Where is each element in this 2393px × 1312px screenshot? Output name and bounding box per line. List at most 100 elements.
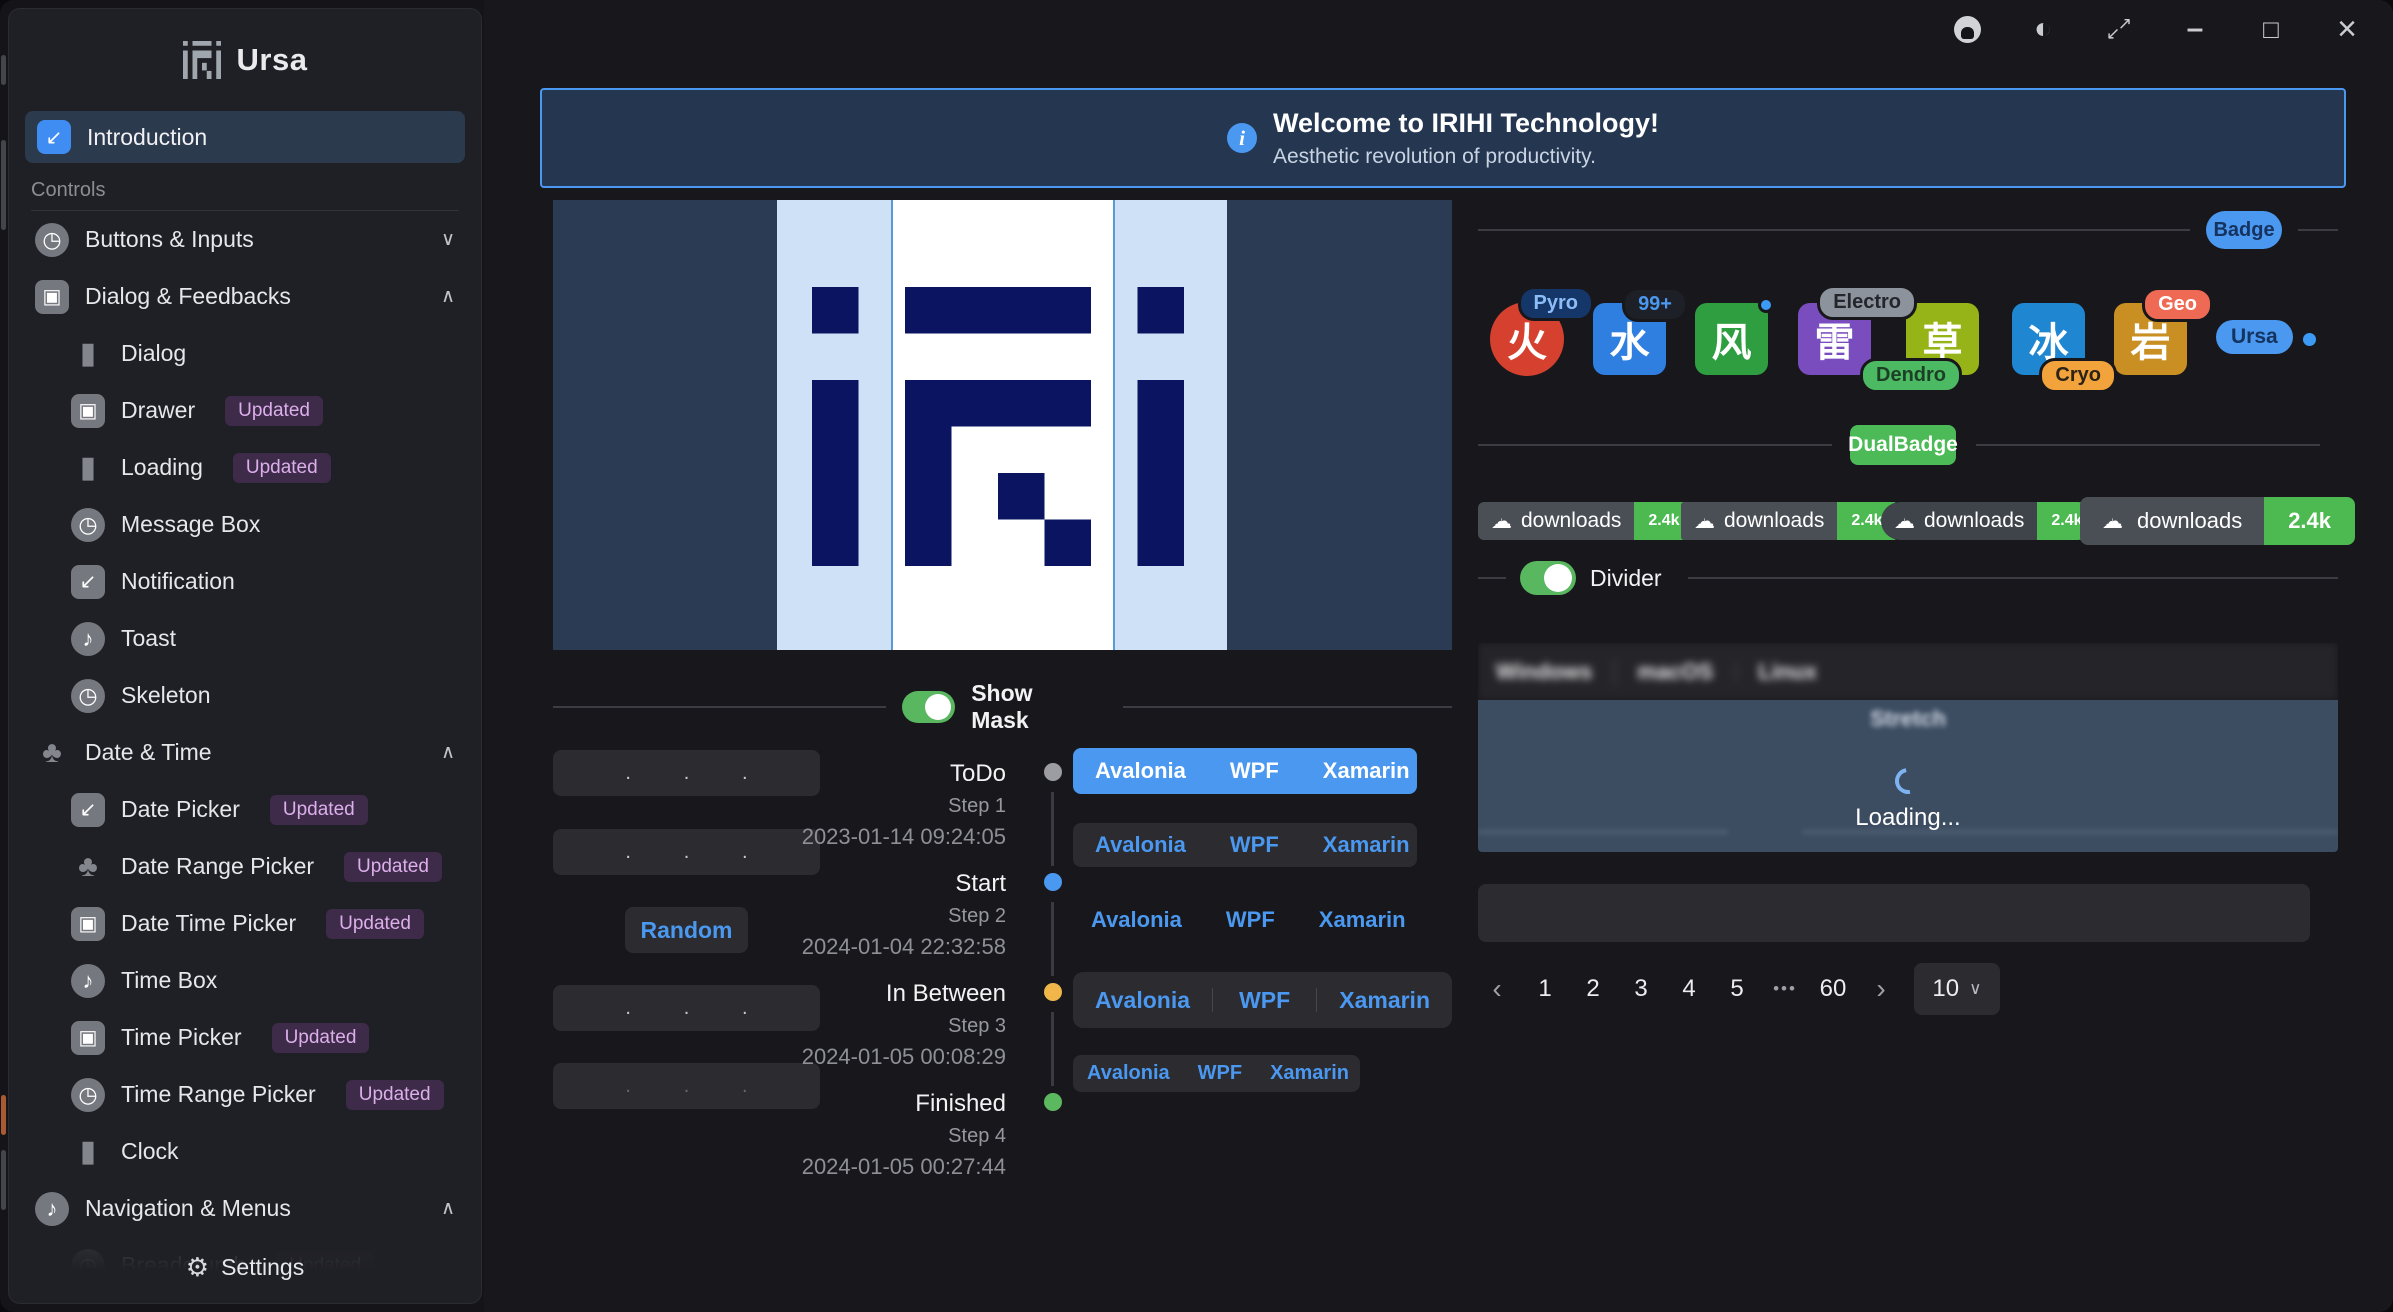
cloud-download-icon: ↓ [1694,511,1715,532]
show-mask-toggle[interactable] [902,691,955,723]
page-3-button[interactable]: 3 [1626,975,1656,1003]
wpf-button[interactable]: WPF [1184,1062,1256,1085]
tab-windows: Windows [1496,659,1592,685]
wpf-button[interactable]: WPF [1213,987,1316,1014]
xamarin-button[interactable]: Xamarin [1297,907,1428,933]
xamarin-button[interactable]: Xamarin [1317,987,1452,1014]
battery-icon [71,1135,105,1169]
page-2-button[interactable]: 2 [1578,975,1608,1003]
ellipsis: ••• [1770,979,1800,999]
avalonia-button[interactable]: Avalonia [1069,907,1204,933]
xamarin-button[interactable]: Xamarin [1256,1062,1363,1085]
xamarin-button[interactable]: Xamarin [1301,758,1432,784]
close-button[interactable] [2331,13,2363,45]
sidebar-group-date-time[interactable]: Date & Time ∧ [25,724,465,781]
mask-line [891,200,893,650]
sidebar-item-date-time-picker[interactable]: Date Time Picker Updated [25,895,465,952]
pyro-badge: Pyro [1518,286,1594,321]
titlebar [490,0,2393,58]
divider-line [1478,229,2190,231]
tab-strip: Windows macOS Linux [1478,643,2338,700]
sidebar-item-loading[interactable]: Loading Updated [25,439,465,496]
maximize-button[interactable] [2255,13,2287,45]
window-edge-scrollbar[interactable] [1,0,7,1312]
music-note-icon [71,964,105,998]
introduction-icon [37,120,71,154]
page-4-button[interactable]: 4 [1674,975,1704,1003]
floppy-icon [71,1021,105,1055]
empty-text-input[interactable] [1478,884,2310,942]
electro-badge: Electro [1817,285,1917,320]
chevron-up-icon: ∧ [441,285,455,308]
sidebar-item-time-box[interactable]: Time Box [25,952,465,1009]
sidebar-item-date-picker[interactable]: Date Picker Updated [25,781,465,838]
sidebar-item-notification[interactable]: Notification [25,553,465,610]
badge-pyro-element: 火 Pyro [1490,302,1564,376]
updated-badge: Updated [225,396,323,426]
dot-badge [1758,297,1774,313]
cloud-download-icon: ↓ [1894,511,1915,532]
arrow-icon [71,793,105,827]
fullscreen-icon[interactable] [2103,13,2135,45]
avalonia-button[interactable]: Avalonia [1073,987,1212,1014]
prev-page-button[interactable]: ‹ [1482,973,1512,1005]
timeline-line [1051,902,1054,976]
chevron-up-icon: ∧ [441,741,455,764]
sidebar-item-introduction[interactable]: Introduction [25,111,465,163]
wpf-button[interactable]: WPF [1204,907,1297,933]
sidebar-item-message-box[interactable]: Message Box [25,496,465,553]
sidebar-item-time-picker[interactable]: Time Picker Updated [25,1009,465,1066]
page-1-button[interactable]: 1 [1530,975,1560,1003]
loading-panel: Windows macOS Linux Stretch Loading... [1478,643,2338,852]
controls-group-label: Controls [31,179,459,211]
clock-icon [71,679,105,713]
sidebar-item-skeleton[interactable]: Skeleton [25,667,465,724]
avalonia-button[interactable]: Avalonia [1073,1062,1184,1085]
dendro-badge: Dendro [1860,358,1962,393]
chevron-up-icon: ∧ [441,1197,455,1220]
loading-body: Stretch Loading... [1478,700,2338,852]
next-page-button[interactable]: › [1866,973,1896,1005]
timeline-line [1051,1012,1054,1086]
irihi-logo-icon [183,40,221,80]
xamarin-button[interactable]: Xamarin [1301,832,1432,858]
page-5-button[interactable]: 5 [1722,975,1752,1003]
welcome-banner: i Welcome to IRIHI Technology! Aesthetic… [540,88,2346,188]
avalonia-button[interactable]: Avalonia [1073,758,1208,784]
sidebar-group-buttons-inputs[interactable]: Buttons & Inputs ∨ [25,211,465,268]
sidebar-item-dialog[interactable]: Dialog [25,325,465,382]
minimize-button[interactable] [2179,13,2211,45]
settings-button[interactable]: Settings [9,1231,481,1303]
floppy-icon [71,907,105,941]
irihi-logo-large [812,200,1184,566]
sidebar: Ursa Introduction Controls Buttons & Inp… [8,8,482,1304]
divider-line [2298,229,2338,231]
theme-toggle-icon[interactable] [2027,13,2059,45]
sidebar-group-navigation-menus[interactable]: Navigation & Menus ∧ [25,1180,465,1237]
app-logo: Ursa [25,9,465,111]
avalonia-button[interactable]: Avalonia [1073,832,1208,858]
sidebar-item-drawer[interactable]: Drawer Updated [25,382,465,439]
floppy-icon [71,394,105,428]
sidebar-item-time-range-picker[interactable]: Time Range Picker Updated [25,1066,465,1123]
badge-anemo-element: 风 [1695,303,1768,375]
divider-line [1688,577,2338,579]
wpf-button[interactable]: WPF [1208,758,1301,784]
timeline-item: In Between Step 3 2024-01-05 00:08:29 [676,980,1006,1070]
sidebar-item-date-range-picker[interactable]: Date Range Picker Updated [25,838,465,895]
trees-icon [71,850,105,884]
wpf-button[interactable]: WPF [1208,832,1301,858]
sidebar-item-clock[interactable]: Clock [25,1123,465,1180]
timeline-dot-todo [1044,763,1062,781]
page-size-select[interactable]: 10 ∨ [1914,963,2000,1015]
stretch-label: Stretch [1478,706,2338,732]
page-60-button[interactable]: 60 [1818,975,1848,1003]
divider-toggle[interactable] [1520,561,1576,595]
button-group-large: Avalonia WPF Xamarin [1073,972,1452,1028]
badge-cryo-element: 冰 Cryo [2012,303,2085,375]
timeline-item: Start Step 2 2024-01-04 22:32:58 [676,870,1006,960]
sidebar-item-toast[interactable]: Toast [25,610,465,667]
sidebar-group-dialog-feedbacks[interactable]: Dialog & Feedbacks ∧ [25,268,465,325]
updated-badge: Updated [272,1023,370,1053]
github-icon[interactable] [1951,13,1983,45]
